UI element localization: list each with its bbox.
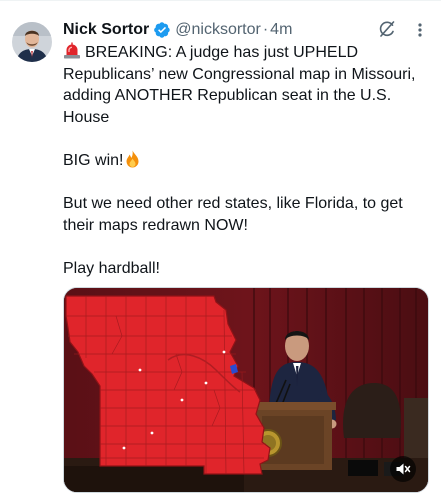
tweet[interactable]: Nick Sortor @nicksortor · 4m BREAKING: A…	[0, 0, 441, 500]
tweet-text-line: BREAKING: A judge has just UPHELD Republ…	[63, 42, 433, 128]
separator-dot: ·	[262, 21, 269, 38]
tweet-text-line2: BIG win!	[63, 151, 124, 169]
tweet-header: Nick Sortor @nicksortor · 4m	[63, 18, 292, 42]
tweet-text: BREAKING: A judge has just UPHELD Republ…	[63, 42, 433, 280]
more-icon[interactable]	[414, 21, 426, 39]
tweet-text-line3: But we need other red states, like Flori…	[63, 195, 403, 234]
volume-mute-icon[interactable]	[390, 456, 416, 482]
verified-badge-icon	[153, 21, 171, 39]
author-handle[interactable]: @nicksortor	[175, 21, 261, 39]
tweet-text-line: BIG win!	[63, 150, 433, 172]
avatar[interactable]	[12, 22, 52, 62]
tweet-video[interactable]	[63, 287, 429, 493]
tweet-text-line1: BREAKING: A judge has just UPHELD Republ…	[63, 44, 416, 126]
tweet-timestamp[interactable]: 4m	[270, 21, 292, 39]
fire-emoji-icon	[125, 150, 140, 168]
video-frame	[64, 288, 428, 492]
tweet-text-line4: Play hardball!	[63, 259, 160, 277]
siren-emoji-icon	[63, 42, 81, 59]
display-name[interactable]: Nick Sortor	[63, 21, 149, 39]
grok-icon[interactable]	[377, 19, 397, 39]
